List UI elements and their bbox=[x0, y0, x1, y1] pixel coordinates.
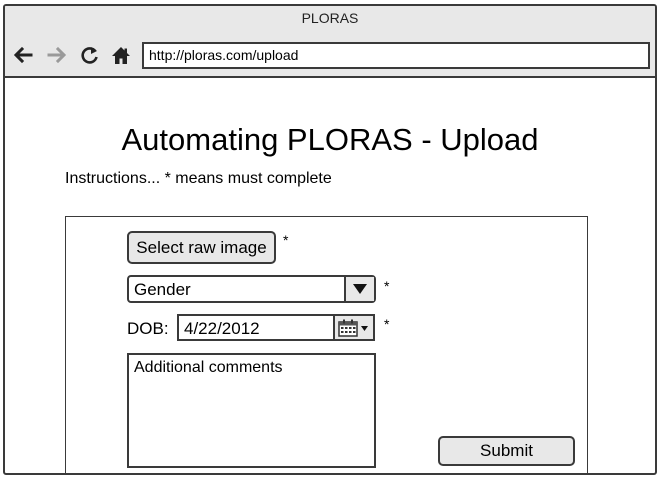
instructions-text: Instructions... * means must complete bbox=[65, 170, 332, 187]
home-icon[interactable] bbox=[110, 44, 132, 66]
calendar-icon[interactable] bbox=[333, 316, 373, 339]
submit-button[interactable]: Submit bbox=[438, 436, 575, 466]
browser-toolbar: PLORAS http://ploras.com/upload bbox=[5, 6, 655, 78]
required-marker-dob: * bbox=[384, 316, 390, 332]
select-raw-image-button[interactable]: Select raw image bbox=[127, 231, 276, 264]
browser-window: PLORAS http://ploras.com/upload Automati… bbox=[3, 4, 657, 475]
forward-arrow-icon[interactable] bbox=[46, 44, 68, 66]
additional-comments-textarea[interactable]: Additional comments bbox=[127, 353, 376, 468]
chevron-down-icon[interactable] bbox=[344, 277, 374, 301]
address-bar[interactable]: http://ploras.com/upload bbox=[142, 42, 650, 69]
back-arrow-icon[interactable] bbox=[12, 44, 34, 66]
gender-select[interactable]: Gender bbox=[127, 275, 376, 303]
window-title: PLORAS bbox=[301, 10, 359, 26]
required-marker-gender: * bbox=[384, 278, 390, 294]
upload-form: Select raw image * Gender * DOB: 4/22/20… bbox=[65, 216, 588, 473]
dob-date-field[interactable]: 4/22/2012 bbox=[177, 314, 375, 341]
required-marker-image: * bbox=[283, 232, 289, 248]
gender-select-value: Gender bbox=[134, 280, 191, 299]
dob-label: DOB: bbox=[127, 319, 169, 338]
page-title: Automating PLORAS - Upload bbox=[121, 122, 539, 157]
reload-icon[interactable] bbox=[79, 44, 101, 66]
dob-value: 4/22/2012 bbox=[184, 319, 260, 338]
